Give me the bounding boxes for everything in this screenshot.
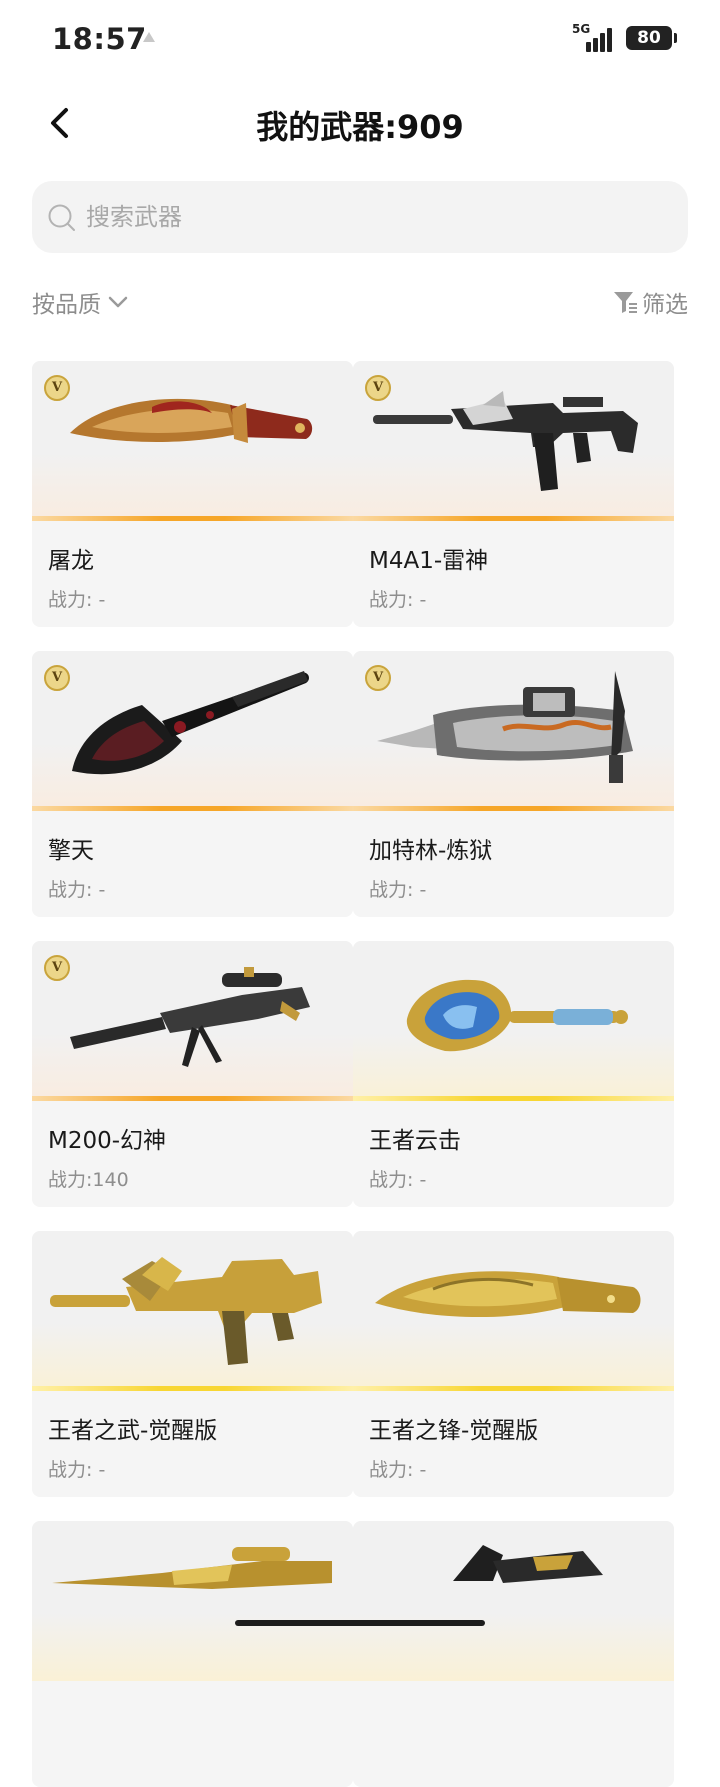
status-icons: 5G 80 [572, 22, 677, 54]
weapon-power: 战力: - [369, 1169, 427, 1191]
sniper-rifle-icon [70, 967, 310, 1067]
vip-badge: V [44, 955, 70, 981]
weapon-image [353, 1231, 674, 1391]
status-bar: 18:57 5G 80 [0, 0, 720, 80]
blue-shovel-icon [406, 979, 628, 1052]
weapon-image [353, 941, 674, 1101]
weapon-image: V [32, 941, 353, 1101]
weapon-power: 战力: - [369, 1459, 427, 1481]
weapon-image: V [32, 651, 353, 811]
weapon-card[interactable]: 王者云击 战力: - [353, 941, 674, 1207]
weapon-image [32, 1521, 353, 1681]
weapon-power: 战力:140 [48, 1169, 129, 1191]
sort-by-quality-button[interactable]: 按品质 [32, 286, 129, 318]
page-title: 我的武器:909 [256, 108, 464, 146]
rarity-bar [32, 1386, 353, 1391]
weapon-card[interactable]: V 屠龙 战力: - [32, 361, 353, 627]
weapon-power: 战力: - [48, 879, 106, 901]
weapon-power: 战力: - [48, 589, 106, 611]
weapon-image: V [353, 651, 674, 811]
filter-icon [614, 292, 637, 313]
status-time: 18:57 [52, 22, 147, 56]
gold-rifle-icon [50, 1257, 322, 1365]
dragon-knife-icon [70, 398, 313, 443]
vip-badge: V [44, 665, 70, 691]
network-type: 5G [572, 22, 591, 36]
weapon-card[interactable]: 王者之武-觉醒版 战力: - [32, 1231, 353, 1497]
weapon-name: 王者之锋-觉醒版 [369, 1418, 539, 1444]
vip-badge: V [365, 375, 391, 401]
shovel-icon [72, 671, 309, 775]
weapon-name: M200-幻神 [48, 1128, 167, 1154]
header: 我的武器:909 [0, 88, 720, 160]
chevron-down-icon [108, 296, 128, 308]
signal-icon: 5G [572, 22, 616, 52]
weapon-power: 战力: - [369, 589, 427, 611]
rarity-bar [353, 806, 674, 811]
weapon-image: V [353, 361, 674, 521]
dark-weapon-icon [453, 1545, 603, 1583]
vip-badge: V [44, 375, 70, 401]
weapon-name: 王者云击 [369, 1128, 461, 1154]
search-bar[interactable] [32, 181, 688, 253]
filter-label: 筛选 [642, 292, 688, 318]
battery-level: 80 [637, 28, 661, 48]
vip-badge: V [365, 665, 391, 691]
weapon-card[interactable] [353, 1521, 674, 1787]
weapon-image [32, 1231, 353, 1391]
weapon-card[interactable]: V 加特林-炼狱 战力: - [353, 651, 674, 917]
weapon-card[interactable] [32, 1521, 353, 1787]
weapon-image [353, 1521, 674, 1681]
rarity-bar [32, 1096, 353, 1101]
home-indicator[interactable] [235, 1620, 485, 1626]
weapon-power: 战力: - [369, 879, 427, 901]
search-input[interactable] [84, 181, 666, 253]
gold-sniper-icon [52, 1547, 332, 1589]
weapon-name: 王者之武-觉醒版 [48, 1418, 218, 1444]
battery-icon: 80 [626, 26, 677, 50]
weapon-power: 战力: - [48, 1459, 106, 1481]
assault-rifle-icon [373, 391, 638, 491]
weapon-image: V [32, 361, 353, 521]
rarity-bar [32, 806, 353, 811]
weapon-card[interactable]: V M200-幻神 战力:140 [32, 941, 353, 1207]
weapon-name: M4A1-雷神 [369, 548, 489, 574]
weapon-name: 屠龙 [48, 548, 94, 574]
rarity-bar [353, 1096, 674, 1101]
warning-icon [143, 32, 155, 42]
search-icon [48, 204, 75, 231]
weapon-card[interactable]: V M4A1-雷神 战力: - [353, 361, 674, 627]
weapon-name: 擎天 [48, 838, 94, 864]
sort-label: 按品质 [32, 292, 101, 318]
weapon-card[interactable]: 王者之锋-觉醒版 战力: - [353, 1231, 674, 1497]
rarity-bar [353, 1386, 674, 1391]
rarity-bar [32, 516, 353, 521]
rarity-bar [353, 516, 674, 521]
filter-button[interactable]: 筛选 [612, 286, 688, 318]
weapon-card[interactable]: V 擎天 战力: - [32, 651, 353, 917]
weapon-name: 加特林-炼狱 [369, 838, 493, 864]
gold-knife-icon [375, 1271, 641, 1318]
gatling-gun-icon [377, 671, 633, 783]
